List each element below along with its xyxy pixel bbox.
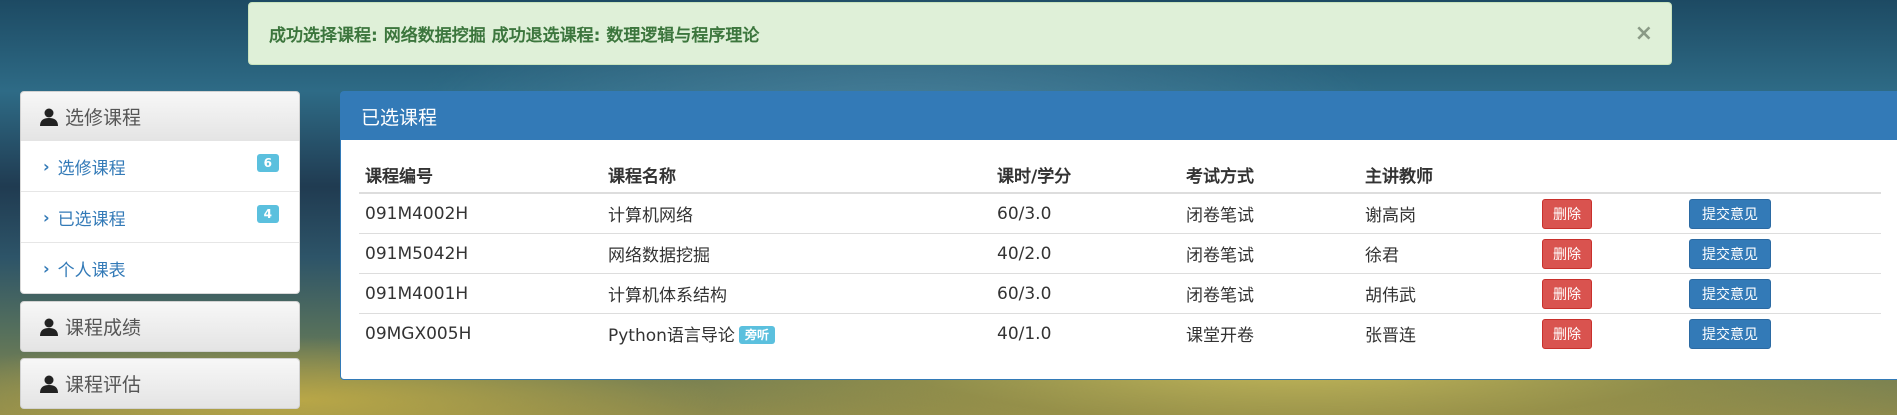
person-icon <box>39 374 59 394</box>
sidebar-item-label: 已选课程 <box>57 209 126 230</box>
chevron-right-icon: › <box>43 156 50 176</box>
course-code: 09MGX005H <box>359 313 602 353</box>
courses-table: 课程编号 课程名称 课时/学分 考试方式 主讲教师 091M4002H 计算机网… <box>359 156 1881 353</box>
course-hours: 40/1.0 <box>991 313 1180 353</box>
submit-feedback-button[interactable]: 提交意见 <box>1689 238 1771 269</box>
person-icon <box>39 107 59 127</box>
table-row: 091M4002H 计算机网络 60/3.0 闭卷笔试 谢高岗 删除 提交意见 <box>359 192 1881 234</box>
delete-cell: 删除 <box>1536 273 1683 314</box>
submit-cell: 提交意见 <box>1683 233 1881 274</box>
table-row: 091M4001H 计算机体系结构 60/3.0 闭卷笔试 胡伟武 删除 提交意… <box>359 273 1881 314</box>
chevron-right-icon: › <box>43 259 50 278</box>
alert-message: 成功选择课程: 网络数据挖掘 成功退选课程: 数理逻辑与程序理论 <box>269 26 760 46</box>
course-teacher: 胡伟武 <box>1359 273 1536 314</box>
course-name: Python语言导论 旁听 <box>602 313 991 353</box>
course-name-text: Python语言导论 <box>608 326 735 346</box>
header-submit <box>1683 156 1881 194</box>
sidebar-item-schedule[interactable]: › 个人课表 <box>21 243 299 294</box>
header-hours: 课时/学分 <box>991 156 1180 194</box>
header-name: 课程名称 <box>602 156 991 194</box>
header-exam: 考试方式 <box>1180 156 1359 194</box>
close-icon[interactable]: × <box>1635 21 1653 46</box>
sidebar-section-label: 选修课程 <box>65 107 142 129</box>
delete-button[interactable]: 删除 <box>1542 238 1592 269</box>
sidebar-section-grades[interactable]: 课程成绩 <box>20 301 300 352</box>
panel-title: 已选课程 <box>341 92 1897 140</box>
success-alert: 成功选择课程: 网络数据挖掘 成功退选课程: 数理逻辑与程序理论 × <box>248 2 1672 65</box>
course-name: 计算机体系结构 <box>602 273 991 314</box>
course-name-text: 计算机体系结构 <box>608 286 727 306</box>
table-row: 09MGX005H Python语言导论 旁听 40/1.0 课堂开卷 张晋连 删… <box>359 313 1881 353</box>
course-hours: 40/2.0 <box>991 233 1180 274</box>
sidebar-item-label: 个人课表 <box>57 261 126 281</box>
table-header-row: 课程编号 课程名称 课时/学分 考试方式 主讲教师 <box>359 156 1881 194</box>
submit-cell: 提交意见 <box>1683 313 1881 353</box>
person-icon <box>39 317 59 337</box>
course-code: 091M4002H <box>359 192 602 234</box>
course-code: 091M4001H <box>359 273 602 314</box>
header-teacher: 主讲教师 <box>1359 156 1536 194</box>
course-name-text: 计算机网络 <box>608 206 693 226</box>
submit-cell: 提交意见 <box>1683 192 1881 234</box>
sidebar-section-label: 课程成绩 <box>65 317 142 339</box>
count-badge: 4 <box>256 205 279 223</box>
count-badge: 6 <box>256 154 279 172</box>
sidebar-item-selected[interactable]: › 已选课程 4 <box>21 192 299 243</box>
course-exam: 闭卷笔试 <box>1180 273 1359 314</box>
course-exam: 课堂开卷 <box>1180 313 1359 353</box>
selected-courses-panel: 已选课程 课程编号 课程名称 课时/学分 考试方式 主讲教师 091M4002H… <box>340 91 1897 380</box>
course-code: 091M5042H <box>359 233 602 274</box>
table-row: 091M5042H 网络数据挖掘 40/2.0 闭卷笔试 徐君 删除 提交意见 <box>359 233 1881 274</box>
delete-button[interactable]: 删除 <box>1542 318 1592 349</box>
course-exam: 闭卷笔试 <box>1180 192 1359 234</box>
chevron-right-icon: › <box>43 207 50 227</box>
sidebar-section-label: 课程评估 <box>65 374 142 396</box>
audit-badge: 旁听 <box>738 326 775 344</box>
course-name: 计算机网络 <box>602 192 991 234</box>
submit-feedback-button[interactable]: 提交意见 <box>1689 318 1771 349</box>
course-name-text: 网络数据挖掘 <box>608 246 710 266</box>
course-exam: 闭卷笔试 <box>1180 233 1359 274</box>
sidebar-item-label: 选修课程 <box>57 158 126 179</box>
sidebar-section-evaluation[interactable]: 课程评估 <box>20 358 300 409</box>
delete-button[interactable]: 删除 <box>1542 278 1592 309</box>
delete-button[interactable]: 删除 <box>1542 198 1592 229</box>
submit-feedback-button[interactable]: 提交意见 <box>1689 198 1771 229</box>
course-hours: 60/3.0 <box>991 192 1180 234</box>
submit-cell: 提交意见 <box>1683 273 1881 314</box>
delete-cell: 删除 <box>1536 192 1683 234</box>
course-name: 网络数据挖掘 <box>602 233 991 274</box>
course-teacher: 谢高岗 <box>1359 192 1536 234</box>
sidebar-item-elective[interactable]: › 选修课程 6 <box>21 141 299 192</box>
sidebar-section-elective[interactable]: 选修课程 <box>20 91 300 142</box>
delete-cell: 删除 <box>1536 313 1683 353</box>
course-teacher: 张晋连 <box>1359 313 1536 353</box>
course-teacher: 徐君 <box>1359 233 1536 274</box>
header-code: 课程编号 <box>359 156 602 194</box>
submit-feedback-button[interactable]: 提交意见 <box>1689 278 1771 309</box>
sidebar-nav-list: › 选修课程 6 › 已选课程 4 › 个人课表 <box>20 141 300 294</box>
delete-cell: 删除 <box>1536 233 1683 274</box>
header-delete <box>1536 156 1683 194</box>
course-hours: 60/3.0 <box>991 273 1180 314</box>
